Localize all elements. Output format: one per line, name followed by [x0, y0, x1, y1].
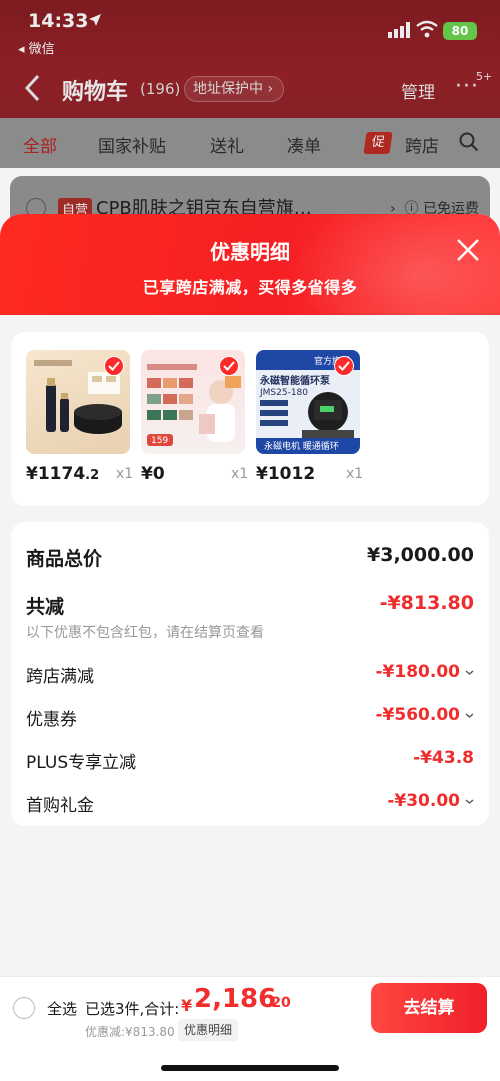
status-time: 14:33 — [28, 10, 89, 32]
discount-amount: 优惠减:¥813.80 — [85, 1025, 175, 1039]
cart-nav-bar: 购物车 (196) 地址保护中 › 管理 ··· 5+ — [0, 66, 500, 112]
cart-tabs: 全部 国家补贴 送礼 凑单 促 跨店 — [0, 118, 500, 168]
manage-button[interactable]: 管理 — [401, 78, 435, 103]
selected-count: 已选3件,合计: — [85, 1000, 180, 1018]
wifi-icon — [416, 20, 438, 38]
discount-detail-sheet: 优惠明细 已享跨店满减，买得多省得多 ¥1174.2 x1 159 ¥0 x1 … — [0, 214, 500, 976]
status-bar: 14:33 ◂ 微信 80 — [0, 0, 500, 60]
selected-products-card: ¥1174.2 x1 159 ¥0 x1 官方旗舰 永磁智能循环泵 JMS25-… — [11, 332, 489, 506]
checkout-button[interactable]: 去结算 — [371, 983, 487, 1033]
product-item[interactable]: 官方旗舰 永磁智能循环泵 JMS25-180 永磁电机 暖通循环 ¥1012 x… — [256, 350, 363, 484]
selected-check-icon — [219, 356, 239, 376]
location-arrow-icon — [89, 14, 101, 26]
product-quantity: x1 — [346, 466, 364, 482]
discount-value: -¥180.00 — [375, 662, 461, 682]
tab-bundle[interactable]: 凑单 — [287, 132, 321, 157]
message-badge: 5+ — [476, 70, 493, 83]
sheet-title: 优惠明细 — [210, 240, 290, 264]
reduction-label: 共减 — [26, 596, 65, 618]
chevron-down-icon — [465, 713, 474, 718]
tab-gifts[interactable]: 送礼 — [210, 132, 244, 157]
battery-indicator: 80 — [443, 22, 477, 40]
circulation-pump-image: 官方旗舰 永磁智能循环泵 JMS25-180 永磁电机 暖通循环 — [256, 350, 360, 454]
facial-mask-sample-image: 159 — [141, 350, 245, 454]
back-arrow-icon[interactable] — [24, 74, 40, 102]
home-indicator — [161, 1065, 339, 1071]
total-currency: ¥ — [181, 996, 193, 1015]
price-summary-card: 商品总价 ¥3,000.00 共减 -¥813.80 以下优惠不包含红包，请在结… — [11, 522, 489, 826]
reduction-value: -¥813.80 — [379, 592, 474, 614]
tab-cross-store[interactable]: 跨店 — [405, 132, 439, 157]
discount-label: PLUS专享立减 — [26, 753, 137, 773]
total-price-value: ¥3,000.00 — [367, 544, 474, 566]
discount-value: -¥43.8 — [413, 748, 474, 768]
page-title: 购物车 — [62, 80, 129, 105]
product-item[interactable]: ¥1174.2 x1 — [26, 350, 133, 484]
sheet-subtitle: 已享跨店满减，买得多省得多 — [142, 278, 358, 297]
discount-value: -¥30.00 — [387, 791, 460, 811]
product-price: ¥1174.2 — [26, 464, 100, 484]
selected-check-icon — [334, 356, 354, 376]
cart-count: (196) — [140, 80, 181, 98]
sheet-header: 优惠明细 已享跨店满减，买得多省得多 — [0, 214, 500, 334]
discount-value: -¥560.00 — [375, 705, 461, 725]
tab-all[interactable]: 全部 — [23, 132, 57, 157]
product-price: ¥1012 — [256, 464, 316, 484]
promo-tag: 促 — [363, 132, 393, 154]
cosmetics-product-image — [26, 350, 130, 454]
total-price-label: 商品总价 — [26, 548, 103, 570]
address-protection-label: 地址保护中 — [193, 81, 263, 97]
product-quantity: x1 — [231, 466, 249, 482]
total-amount: 2,186 — [194, 984, 277, 1014]
discount-label: 首购礼金 — [26, 796, 94, 816]
reduction-note: 以下优惠不包含红包，请在结算页查看 — [26, 625, 264, 641]
discount-label: 跨店满减 — [26, 667, 94, 687]
checkout-bar: 全选 已选3件,合计: ¥ 2,186 .20 优惠减:¥813.80 优惠明细… — [0, 976, 500, 1081]
select-all-label[interactable]: 全选 — [47, 998, 77, 1019]
pump-footer-text: 永磁电机 暖通循环 — [264, 442, 339, 452]
search-icon[interactable] — [459, 132, 479, 152]
product-item[interactable]: 159 ¥0 x1 — [141, 350, 248, 484]
tab-national-subsidy[interactable]: 国家补贴 — [98, 132, 166, 157]
address-protection-badge[interactable]: 地址保护中 › — [184, 76, 285, 102]
select-all-radio[interactable] — [13, 997, 35, 1019]
discount-label: 优惠券 — [26, 710, 77, 730]
signal-icon — [388, 22, 410, 38]
total-amount-decimal: .20 — [266, 995, 291, 1011]
chevron-down-icon — [465, 799, 474, 804]
product-quantity: x1 — [116, 466, 134, 482]
sample-price-tag: 159 — [151, 436, 169, 446]
close-icon[interactable] — [455, 237, 481, 263]
chevron-down-icon — [465, 670, 474, 675]
discount-detail-button[interactable]: 优惠明细 — [178, 1019, 239, 1041]
product-price: ¥0 — [141, 464, 165, 484]
selected-check-icon — [104, 356, 124, 376]
back-to-app-link[interactable]: ◂ 微信 — [18, 38, 55, 57]
